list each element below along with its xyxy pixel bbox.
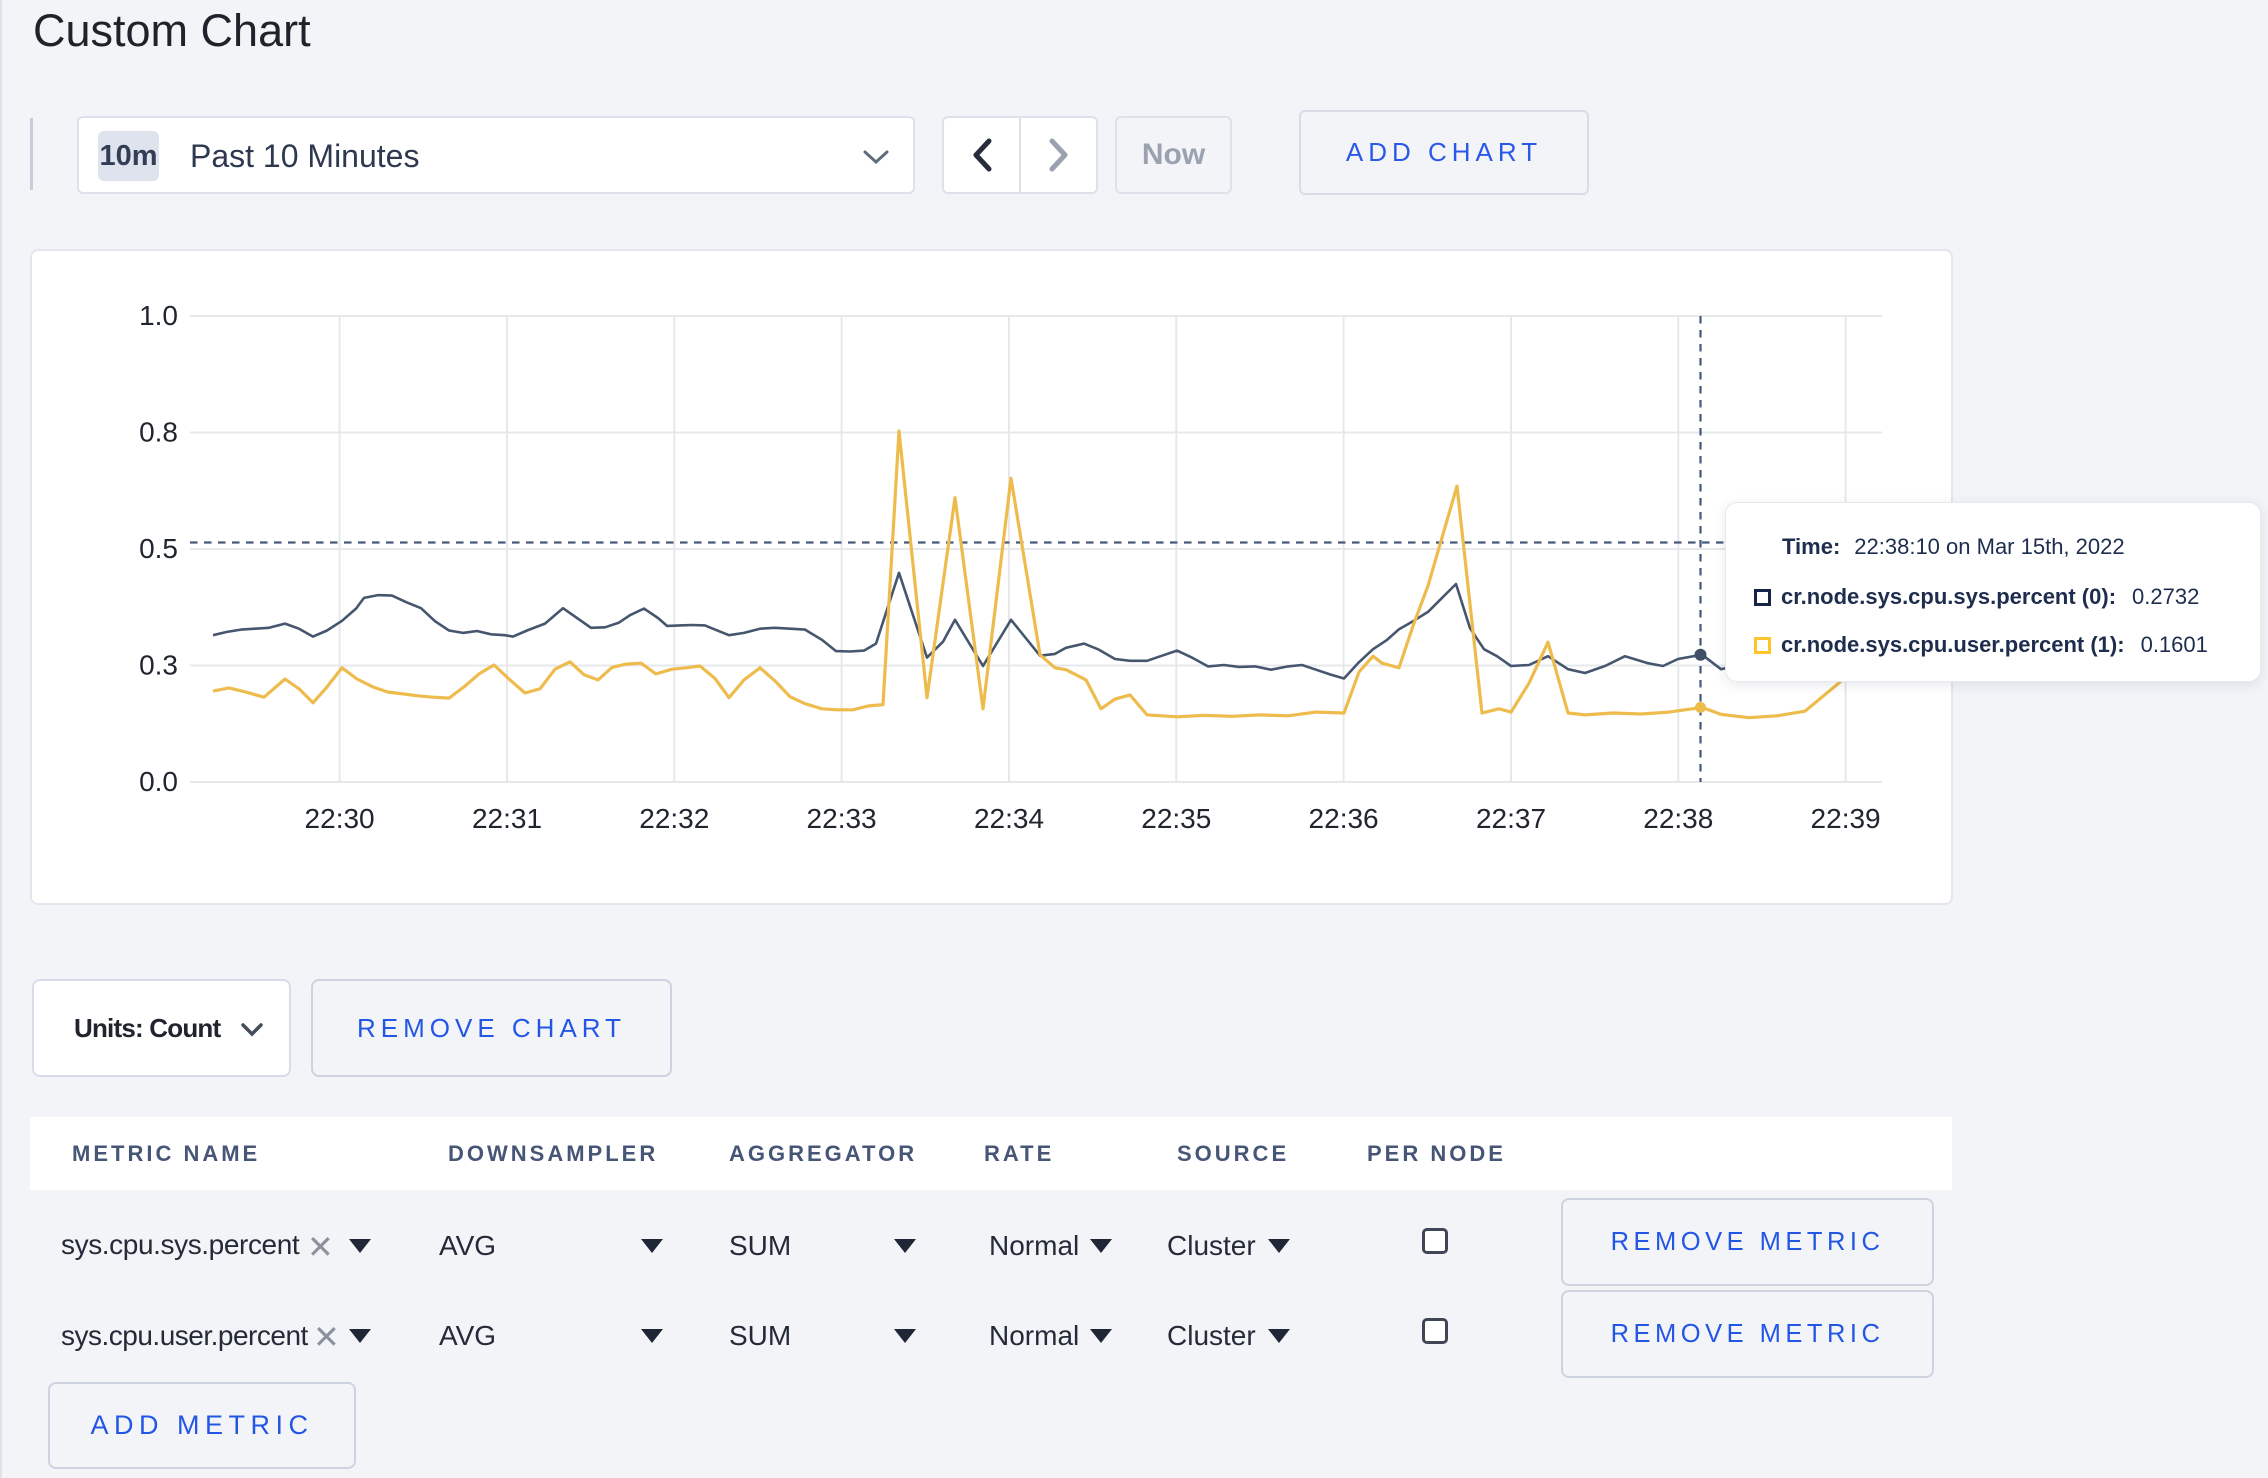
svg-text:0.0: 0.0 (139, 766, 178, 797)
svg-text:22:37: 22:37 (1476, 803, 1546, 834)
svg-text:1.0: 1.0 (139, 300, 178, 331)
svg-text:22:35: 22:35 (1141, 803, 1211, 834)
svg-text:0.8: 0.8 (139, 417, 178, 448)
svg-text:22:36: 22:36 (1309, 803, 1379, 834)
svg-text:22:30: 22:30 (305, 803, 375, 834)
svg-text:22:31: 22:31 (472, 803, 542, 834)
svg-text:0.5: 0.5 (139, 533, 178, 564)
svg-text:0.3: 0.3 (139, 650, 178, 681)
svg-text:22:34: 22:34 (974, 803, 1044, 834)
svg-text:22:33: 22:33 (807, 803, 877, 834)
svg-text:22:32: 22:32 (639, 803, 709, 834)
svg-text:22:39: 22:39 (1811, 803, 1881, 834)
svg-text:22:38: 22:38 (1643, 803, 1713, 834)
